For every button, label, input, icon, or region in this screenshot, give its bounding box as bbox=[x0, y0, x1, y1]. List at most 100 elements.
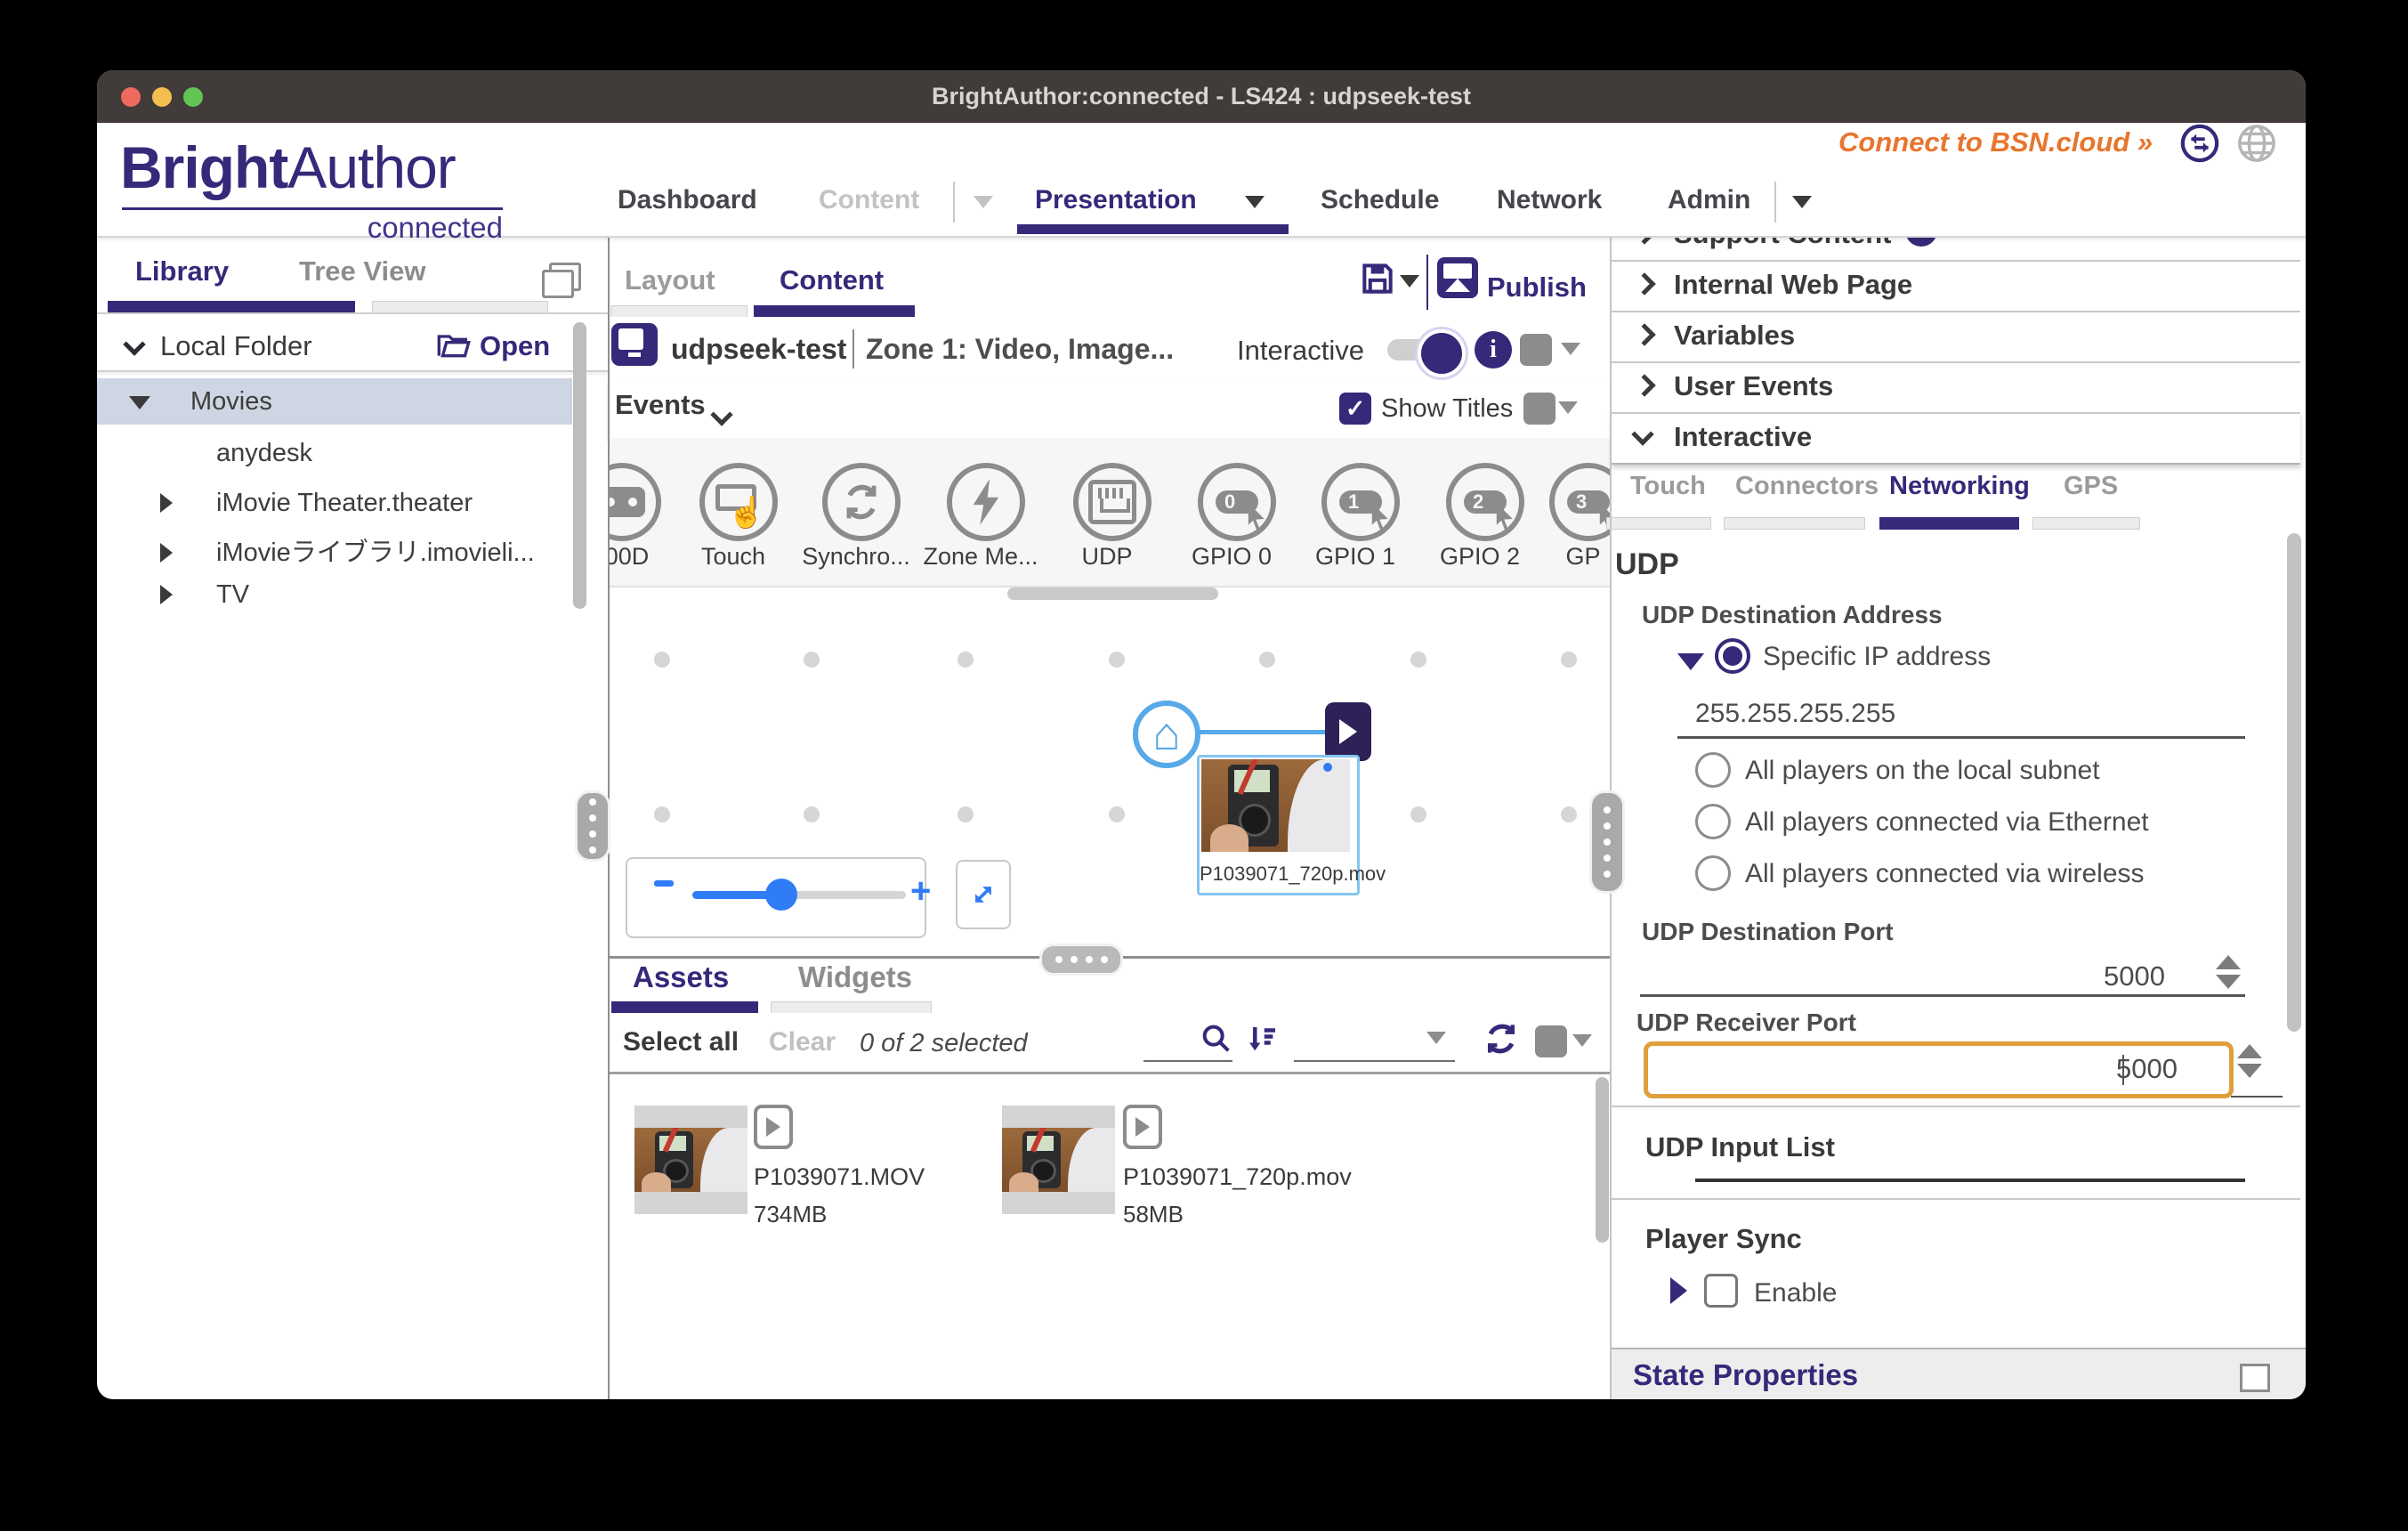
interactive-tab-networking[interactable]: Networking bbox=[1889, 472, 2030, 501]
tree-item-anydesk[interactable]: anydesk bbox=[97, 430, 572, 476]
zoom-slider-track[interactable] bbox=[692, 891, 906, 899]
nav-presentation[interactable]: Presentation bbox=[1035, 185, 1197, 215]
interactive-toggle[interactable] bbox=[1387, 339, 1457, 360]
home-state-icon[interactable]: ⌂ bbox=[1133, 701, 1200, 768]
assets-splitter-handle[interactable] bbox=[1039, 944, 1123, 976]
events-panel-caret-icon[interactable] bbox=[1558, 401, 1578, 414]
nav-content-caret-icon[interactable] bbox=[974, 196, 993, 208]
refresh-icon[interactable] bbox=[1482, 1019, 1521, 1063]
tree-item-tv[interactable]: TV bbox=[97, 571, 572, 618]
nav-dashboard[interactable]: Dashboard bbox=[618, 185, 757, 215]
tree-expanded-icon[interactable] bbox=[129, 396, 150, 409]
section-user-events[interactable]: User Events bbox=[1612, 361, 2300, 414]
zoom-slider-knob[interactable] bbox=[765, 879, 797, 911]
media-state-play-icon[interactable] bbox=[1325, 702, 1371, 761]
player-sync-expand-icon[interactable] bbox=[1670, 1277, 1687, 1304]
gpio3-event-icon[interactable]: 3 bbox=[1549, 463, 1610, 541]
editor-tab-layout[interactable]: Layout bbox=[625, 264, 715, 296]
connect-bsn-link[interactable]: Connect to BSN.cloud » bbox=[1838, 126, 2153, 158]
section-interactive[interactable]: Interactive bbox=[1612, 412, 2300, 465]
tree-collapsed-icon[interactable] bbox=[160, 585, 173, 604]
dest-port-stepper[interactable] bbox=[2216, 955, 2241, 989]
save-caret-icon[interactable] bbox=[1400, 275, 1419, 288]
udp-dest-port-input[interactable] bbox=[1640, 994, 2245, 997]
tree-item-imovie-library[interactable]: iMovieライブラリ.imovieli... bbox=[97, 530, 572, 576]
interactive-tab-connectors[interactable]: Connectors bbox=[1735, 472, 1879, 501]
nav-schedule[interactable]: Schedule bbox=[1321, 185, 1439, 215]
nav-admin[interactable]: Admin bbox=[1668, 185, 1750, 215]
transfer-icon[interactable] bbox=[2179, 123, 2220, 164]
recv-port-stepper[interactable] bbox=[2237, 1044, 2262, 1078]
asset-play-icon[interactable] bbox=[1123, 1105, 1162, 1149]
sort-order-caret-icon[interactable] bbox=[1426, 1032, 1446, 1044]
show-titles-checkbox[interactable]: ✓ bbox=[1339, 393, 1371, 425]
state-properties-bar[interactable]: State Properties bbox=[1612, 1348, 2306, 1399]
nav-admin-caret-icon[interactable] bbox=[1792, 196, 1812, 208]
save-icon[interactable] bbox=[1358, 259, 1397, 303]
interactive-tab-gps[interactable]: GPS bbox=[2064, 472, 2118, 501]
zoom-out-button[interactable] bbox=[654, 880, 674, 887]
nav-content[interactable]: Content bbox=[819, 185, 919, 215]
presentation-canvas[interactable]: ⌂ P1039071_720p.mov + bbox=[610, 603, 1610, 968]
remote-event-icon[interactable] bbox=[610, 463, 661, 541]
udp-input-list-input[interactable] bbox=[1695, 1179, 2245, 1182]
tree-collapsed-icon[interactable] bbox=[160, 493, 173, 513]
info-icon[interactable]: i bbox=[1475, 331, 1512, 369]
select-all-button[interactable]: Select all bbox=[623, 1027, 739, 1057]
zone-message-event-icon[interactable] bbox=[947, 463, 1025, 541]
events-panel-toggle-button[interactable] bbox=[1523, 393, 1556, 425]
sort-icon[interactable] bbox=[1244, 1021, 1281, 1063]
sidebar-splitter-handle[interactable] bbox=[575, 790, 610, 862]
udp-event-icon[interactable] bbox=[1073, 463, 1151, 541]
gpio2-event-icon[interactable]: 2 bbox=[1446, 463, 1524, 541]
ethernet-radio[interactable] bbox=[1695, 804, 1731, 839]
sidebar-scrollbar[interactable] bbox=[573, 322, 586, 609]
widgets-tab[interactable]: Widgets bbox=[798, 960, 912, 994]
fit-canvas-button[interactable] bbox=[956, 860, 1011, 929]
zone-label[interactable]: Zone 1: Video, Image... bbox=[866, 333, 1174, 366]
editor-tab-content[interactable]: Content bbox=[780, 264, 884, 296]
touch-event-icon[interactable]: ☝ bbox=[699, 463, 778, 541]
gpio0-event-icon[interactable]: 0 bbox=[1198, 463, 1276, 541]
section-internal-web-page[interactable]: Internal Web Page bbox=[1612, 260, 2300, 312]
asset-list-scrollbar[interactable] bbox=[1596, 1077, 1609, 1243]
media-state-node[interactable]: P1039071_720p.mov bbox=[1197, 755, 1360, 895]
player-sync-enable-checkbox[interactable] bbox=[1704, 1274, 1738, 1308]
local-folder-collapse-icon[interactable] bbox=[126, 336, 142, 357]
section-variables[interactable]: Variables bbox=[1612, 311, 2300, 363]
publish-button[interactable]: Publish bbox=[1487, 271, 1587, 304]
search-icon[interactable] bbox=[1199, 1021, 1234, 1061]
asset-play-icon[interactable] bbox=[754, 1105, 793, 1149]
sort-order-select[interactable] bbox=[1294, 1060, 1455, 1062]
panel-splitter-handle[interactable] bbox=[1589, 790, 1625, 894]
collapse-address-options-icon[interactable] bbox=[1677, 653, 1704, 670]
gpio1-event-icon[interactable]: 1 bbox=[1321, 463, 1400, 541]
udp-recv-port-input[interactable]: 5000 bbox=[1644, 1041, 2234, 1098]
assets-panel-toggle-button[interactable] bbox=[1535, 1025, 1567, 1057]
globe-icon[interactable] bbox=[2236, 123, 2277, 164]
assets-panel-caret-icon[interactable] bbox=[1572, 1034, 1592, 1047]
asset-thumbnail[interactable] bbox=[1002, 1106, 1115, 1214]
zone-panel-caret-icon[interactable] bbox=[1561, 343, 1580, 355]
local-subnet-radio[interactable] bbox=[1695, 752, 1731, 788]
zoom-in-button[interactable]: + bbox=[910, 871, 931, 911]
wireless-radio[interactable] bbox=[1695, 855, 1731, 891]
clear-button[interactable]: Clear bbox=[769, 1027, 836, 1057]
panel-scrollbar[interactable] bbox=[2287, 533, 2301, 1032]
open-button[interactable]: Open bbox=[480, 330, 550, 362]
sidebar-tab-tree-view[interactable]: Tree View bbox=[299, 255, 425, 288]
sidebar-tab-library[interactable]: Library bbox=[135, 255, 229, 288]
specific-ip-radio[interactable] bbox=[1715, 638, 1750, 674]
popout-panel-icon[interactable] bbox=[2240, 1364, 2270, 1392]
tree-item-movies[interactable]: Movies bbox=[97, 378, 572, 425]
asset-thumbnail[interactable] bbox=[634, 1106, 747, 1214]
nav-network[interactable]: Network bbox=[1497, 185, 1602, 215]
assets-tab[interactable]: Assets bbox=[633, 960, 729, 994]
zone-panel-toggle-button[interactable] bbox=[1520, 334, 1552, 366]
open-folder-icon[interactable] bbox=[436, 330, 472, 365]
ip-address-input[interactable] bbox=[1677, 736, 2245, 739]
tree-item-imovie-theater[interactable]: iMovie Theater.theater bbox=[97, 480, 572, 526]
events-strip-scrollbar[interactable] bbox=[1007, 587, 1218, 600]
tree-collapsed-icon[interactable] bbox=[160, 543, 173, 563]
nav-presentation-caret-icon[interactable] bbox=[1245, 196, 1265, 208]
